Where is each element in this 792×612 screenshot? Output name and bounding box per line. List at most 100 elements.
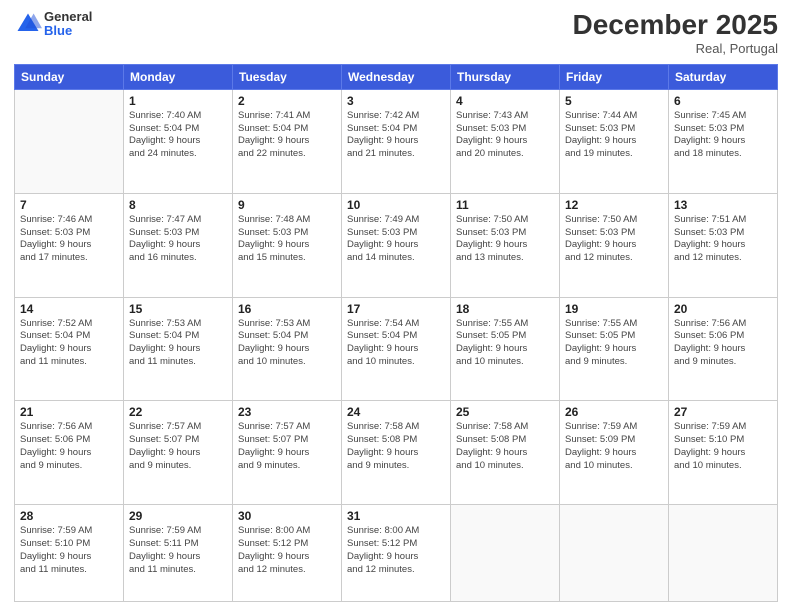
day-number: 13 bbox=[674, 198, 772, 212]
day-number: 18 bbox=[456, 302, 554, 316]
day-info: Sunrise: 7:40 AM Sunset: 5:04 PM Dayligh… bbox=[129, 110, 227, 161]
calendar-cell-3-7: 20 Sunrise: 7:56 AM Sunset: 5:06 PM Dayli… bbox=[669, 297, 778, 401]
day-number: 12 bbox=[565, 198, 663, 212]
logo-icon bbox=[14, 10, 42, 38]
day-number: 23 bbox=[238, 405, 336, 419]
day-info: Sunrise: 7:55 AM Sunset: 5:05 PM Dayligh… bbox=[565, 318, 663, 369]
calendar-cell-1-3: 2 Sunrise: 7:41 AM Sunset: 5:04 PM Daylig… bbox=[233, 89, 342, 193]
day-number: 14 bbox=[20, 302, 118, 316]
calendar-cell-3-2: 15Sunrise: 7:53 AM Sunset: 5:04 PM Dayli… bbox=[124, 297, 233, 401]
page: General Blue December 2025 Real, Portuga… bbox=[0, 0, 792, 612]
weekday-header-sunday: Sunday bbox=[15, 64, 124, 89]
week-row-5: 28Sunrise: 7:59 AM Sunset: 5:10 PM Dayli… bbox=[15, 505, 778, 602]
day-number: 7 bbox=[20, 198, 118, 212]
day-number: 29 bbox=[129, 509, 227, 523]
header: General Blue December 2025 Real, Portuga… bbox=[14, 10, 778, 56]
calendar-cell-2-1: 7 Sunrise: 7:46 AM Sunset: 5:03 PM Daylig… bbox=[15, 193, 124, 297]
day-info: Sunrise: 7:54 AM Sunset: 5:04 PM Dayligh… bbox=[347, 318, 445, 369]
day-info: Sunrise: 7:57 AM Sunset: 5:07 PM Dayligh… bbox=[238, 421, 336, 472]
day-info: Sunrise: 7:56 AM Sunset: 5:06 PM Dayligh… bbox=[20, 421, 118, 472]
day-info: Sunrise: 7:42 AM Sunset: 5:04 PM Dayligh… bbox=[347, 110, 445, 161]
calendar-cell-1-2: 1 Sunrise: 7:40 AM Sunset: 5:04 PM Daylig… bbox=[124, 89, 233, 193]
title-area: December 2025 Real, Portugal bbox=[573, 10, 778, 56]
calendar-cell-5-4: 31Sunrise: 8:00 AM Sunset: 5:12 PM Dayli… bbox=[342, 505, 451, 602]
calendar-cell-4-7: 27 Sunrise: 7:59 AM Sunset: 5:10 PM Dayli… bbox=[669, 401, 778, 505]
day-info: Sunrise: 7:59 AM Sunset: 5:11 PM Dayligh… bbox=[129, 525, 227, 576]
weekday-header-friday: Friday bbox=[560, 64, 669, 89]
day-number: 20 bbox=[674, 302, 772, 316]
calendar-cell-2-3: 9 Sunrise: 7:48 AM Sunset: 5:03 PM Daylig… bbox=[233, 193, 342, 297]
calendar-cell-2-4: 10 Sunrise: 7:49 AM Sunset: 5:03 PM Dayli… bbox=[342, 193, 451, 297]
calendar-cell-1-1 bbox=[15, 89, 124, 193]
calendar-cell-5-6 bbox=[560, 505, 669, 602]
day-info: Sunrise: 7:50 AM Sunset: 5:03 PM Dayligh… bbox=[565, 214, 663, 265]
day-number: 25 bbox=[456, 405, 554, 419]
location: Real, Portugal bbox=[573, 41, 778, 56]
day-number: 26 bbox=[565, 405, 663, 419]
day-number: 21 bbox=[20, 405, 118, 419]
day-info: Sunrise: 8:00 AM Sunset: 5:12 PM Dayligh… bbox=[238, 525, 336, 576]
month-title: December 2025 bbox=[573, 10, 778, 41]
weekday-header-thursday: Thursday bbox=[451, 64, 560, 89]
day-info: Sunrise: 7:51 AM Sunset: 5:03 PM Dayligh… bbox=[674, 214, 772, 265]
day-number: 30 bbox=[238, 509, 336, 523]
weekday-header-saturday: Saturday bbox=[669, 64, 778, 89]
day-number: 3 bbox=[347, 94, 445, 108]
logo-text: General Blue bbox=[44, 10, 92, 39]
calendar-cell-5-7 bbox=[669, 505, 778, 602]
day-info: Sunrise: 7:41 AM Sunset: 5:04 PM Dayligh… bbox=[238, 110, 336, 161]
calendar-cell-2-2: 8 Sunrise: 7:47 AM Sunset: 5:03 PM Daylig… bbox=[124, 193, 233, 297]
calendar-cell-3-1: 14Sunrise: 7:52 AM Sunset: 5:04 PM Dayli… bbox=[15, 297, 124, 401]
day-number: 6 bbox=[674, 94, 772, 108]
day-number: 22 bbox=[129, 405, 227, 419]
calendar-cell-3-4: 17Sunrise: 7:54 AM Sunset: 5:04 PM Dayli… bbox=[342, 297, 451, 401]
day-info: Sunrise: 7:55 AM Sunset: 5:05 PM Dayligh… bbox=[456, 318, 554, 369]
calendar-cell-5-2: 29 Sunrise: 7:59 AM Sunset: 5:11 PM Dayli… bbox=[124, 505, 233, 602]
calendar-cell-5-5 bbox=[451, 505, 560, 602]
logo-blue-text: Blue bbox=[44, 24, 92, 38]
calendar-cell-5-3: 30 Sunrise: 8:00 AM Sunset: 5:12 PM Dayli… bbox=[233, 505, 342, 602]
day-info: Sunrise: 7:43 AM Sunset: 5:03 PM Dayligh… bbox=[456, 110, 554, 161]
weekday-header-tuesday: Tuesday bbox=[233, 64, 342, 89]
calendar-cell-2-5: 11Sunrise: 7:50 AM Sunset: 5:03 PM Dayli… bbox=[451, 193, 560, 297]
day-info: Sunrise: 7:59 AM Sunset: 5:10 PM Dayligh… bbox=[20, 525, 118, 576]
day-number: 15 bbox=[129, 302, 227, 316]
day-number: 2 bbox=[238, 94, 336, 108]
calendar-cell-3-6: 19Sunrise: 7:55 AM Sunset: 5:05 PM Dayli… bbox=[560, 297, 669, 401]
day-info: Sunrise: 7:56 AM Sunset: 5:06 PM Dayligh… bbox=[674, 318, 772, 369]
calendar-cell-2-7: 13 Sunrise: 7:51 AM Sunset: 5:03 PM Dayli… bbox=[669, 193, 778, 297]
day-number: 24 bbox=[347, 405, 445, 419]
day-number: 1 bbox=[129, 94, 227, 108]
day-number: 27 bbox=[674, 405, 772, 419]
day-number: 16 bbox=[238, 302, 336, 316]
day-number: 9 bbox=[238, 198, 336, 212]
weekday-header-row: SundayMondayTuesdayWednesdayThursdayFrid… bbox=[15, 64, 778, 89]
week-row-2: 7 Sunrise: 7:46 AM Sunset: 5:03 PM Daylig… bbox=[15, 193, 778, 297]
day-number: 8 bbox=[129, 198, 227, 212]
day-info: Sunrise: 7:48 AM Sunset: 5:03 PM Dayligh… bbox=[238, 214, 336, 265]
weekday-header-wednesday: Wednesday bbox=[342, 64, 451, 89]
calendar-cell-1-7: 6Sunrise: 7:45 AM Sunset: 5:03 PM Daylig… bbox=[669, 89, 778, 193]
day-info: Sunrise: 7:46 AM Sunset: 5:03 PM Dayligh… bbox=[20, 214, 118, 265]
day-number: 10 bbox=[347, 198, 445, 212]
day-info: Sunrise: 7:59 AM Sunset: 5:10 PM Dayligh… bbox=[674, 421, 772, 472]
day-info: Sunrise: 7:57 AM Sunset: 5:07 PM Dayligh… bbox=[129, 421, 227, 472]
calendar-cell-4-6: 26 Sunrise: 7:59 AM Sunset: 5:09 PM Dayli… bbox=[560, 401, 669, 505]
week-row-3: 14Sunrise: 7:52 AM Sunset: 5:04 PM Dayli… bbox=[15, 297, 778, 401]
day-info: Sunrise: 7:47 AM Sunset: 5:03 PM Dayligh… bbox=[129, 214, 227, 265]
day-info: Sunrise: 7:53 AM Sunset: 5:04 PM Dayligh… bbox=[238, 318, 336, 369]
day-info: Sunrise: 7:59 AM Sunset: 5:09 PM Dayligh… bbox=[565, 421, 663, 472]
calendar-cell-4-4: 24 Sunrise: 7:58 AM Sunset: 5:08 PM Dayli… bbox=[342, 401, 451, 505]
day-info: Sunrise: 7:49 AM Sunset: 5:03 PM Dayligh… bbox=[347, 214, 445, 265]
day-info: Sunrise: 7:50 AM Sunset: 5:03 PM Dayligh… bbox=[456, 214, 554, 265]
logo-general-text: General bbox=[44, 10, 92, 24]
week-row-4: 21 Sunrise: 7:56 AM Sunset: 5:06 PM Dayli… bbox=[15, 401, 778, 505]
day-info: Sunrise: 7:58 AM Sunset: 5:08 PM Dayligh… bbox=[347, 421, 445, 472]
calendar-cell-2-6: 12 Sunrise: 7:50 AM Sunset: 5:03 PM Dayli… bbox=[560, 193, 669, 297]
calendar-cell-1-4: 3 Sunrise: 7:42 AM Sunset: 5:04 PM Daylig… bbox=[342, 89, 451, 193]
day-info: Sunrise: 7:44 AM Sunset: 5:03 PM Dayligh… bbox=[565, 110, 663, 161]
week-row-1: 1 Sunrise: 7:40 AM Sunset: 5:04 PM Daylig… bbox=[15, 89, 778, 193]
logo: General Blue bbox=[14, 10, 92, 39]
calendar-cell-4-1: 21 Sunrise: 7:56 AM Sunset: 5:06 PM Dayli… bbox=[15, 401, 124, 505]
calendar-cell-5-1: 28Sunrise: 7:59 AM Sunset: 5:10 PM Dayli… bbox=[15, 505, 124, 602]
